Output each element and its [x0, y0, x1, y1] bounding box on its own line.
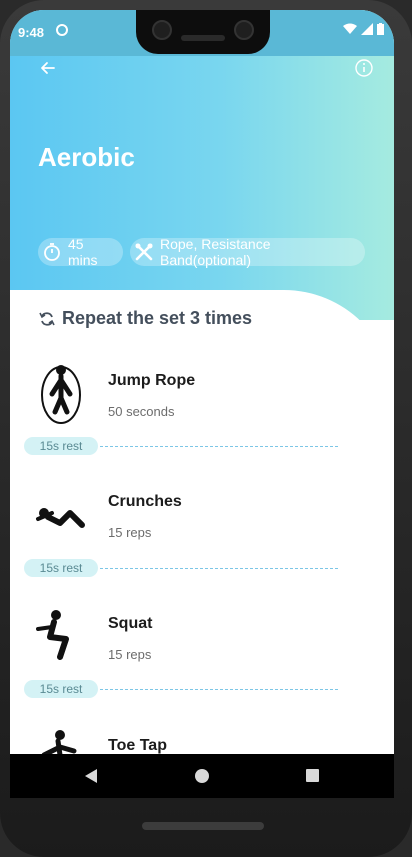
- signal-icon: [361, 23, 373, 35]
- front-camera-icon: [152, 20, 172, 40]
- exercise-name: Jump Rope: [108, 372, 196, 389]
- crunches-icon: [30, 483, 92, 545]
- earpiece-speaker: [181, 35, 225, 41]
- tools-icon: [135, 243, 153, 261]
- exercise-item[interactable]: Jump Rope 50 seconds: [10, 362, 394, 472]
- app-screen: 9:48 Aerobic 45 mins Rope, Resistance Ba…: [10, 10, 394, 798]
- nav-recents-icon[interactable]: [306, 769, 319, 782]
- camera-notch: [136, 10, 270, 54]
- equipment-label: Rope, Resistance Band(optional): [160, 236, 271, 268]
- exercise-detail: 15 reps: [108, 525, 152, 540]
- battery-icon: [377, 23, 384, 35]
- rest-divider: 15s rest: [24, 680, 338, 698]
- rest-badge: 15s rest: [24, 559, 98, 577]
- back-button[interactable]: [36, 56, 60, 80]
- exercise-name: Squat: [108, 615, 153, 632]
- repeat-text: Repeat the set 3 times: [62, 308, 253, 328]
- repeat-icon: [39, 311, 55, 326]
- status-time: 9:48: [18, 25, 45, 40]
- stopwatch-icon: [44, 243, 60, 261]
- info-button[interactable]: [352, 56, 376, 80]
- rest-line: [100, 446, 338, 447]
- equipment-chip: Rope, Resistance Band(optional): [130, 236, 365, 268]
- info-icon: [355, 59, 373, 77]
- rest-badge: 15s rest: [24, 680, 98, 698]
- exercise-name: Crunches: [108, 493, 182, 510]
- rest-divider: 15s rest: [24, 559, 338, 577]
- system-nav-bar: [10, 754, 394, 798]
- nav-home-icon[interactable]: [195, 769, 209, 783]
- jump-rope-icon: [30, 362, 92, 424]
- repeat-set-row: Repeat the set 3 times: [38, 308, 252, 329]
- rest-badge: 15s rest: [24, 437, 98, 455]
- wifi-icon: [343, 23, 357, 34]
- front-camera-icon: [234, 20, 254, 40]
- exercise-detail: 50 seconds: [108, 404, 175, 419]
- exercise-name: Toe Tap: [108, 737, 167, 754]
- duration-label: 45 mins: [68, 236, 98, 268]
- rest-line: [100, 689, 338, 690]
- duration-chip: 45 mins: [38, 236, 123, 268]
- app-notification-icon: [56, 24, 68, 36]
- nav-back-icon[interactable]: [84, 768, 98, 784]
- bottom-speaker: [142, 822, 264, 830]
- status-icons: [343, 23, 384, 35]
- squat-icon: [30, 605, 92, 667]
- rest-divider: 15s rest: [24, 437, 338, 455]
- back-arrow-icon: [41, 62, 55, 74]
- exercise-item[interactable]: Squat 15 reps: [10, 605, 394, 715]
- exercise-detail: 15 reps: [108, 647, 152, 662]
- workout-title: Aerobic: [38, 142, 135, 172]
- rest-line: [100, 568, 338, 569]
